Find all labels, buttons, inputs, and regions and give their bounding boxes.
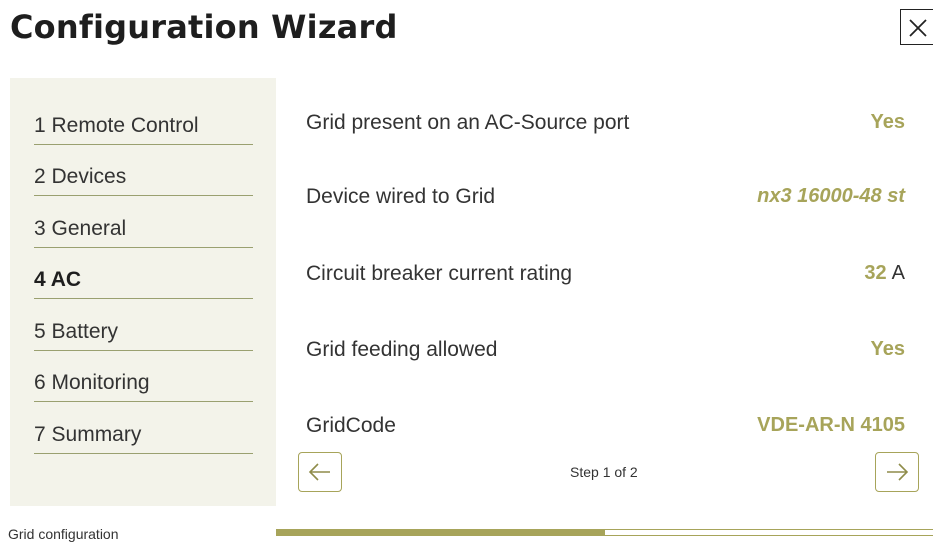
close-button[interactable] [900, 9, 933, 45]
device-wired-label: Device wired to Grid [306, 185, 496, 208]
grid-present-value[interactable]: Yes [871, 111, 905, 134]
steps-sidebar: 1 Remote Control 2 Devices 3 General 4 A… [10, 78, 276, 506]
close-icon [909, 19, 927, 37]
sidebar-item-devices[interactable]: 2 Devices [34, 145, 253, 196]
sidebar-item-label: 7 Summary [34, 422, 142, 446]
step-counter: Step 1 of 2 [570, 464, 638, 480]
page-title: Configuration Wizard [10, 8, 398, 46]
configuration-wizard: Configuration Wizard 1 Remote Control 2 … [0, 0, 933, 544]
previous-step-button[interactable] [298, 452, 342, 492]
gridcode-value[interactable]: VDE-AR-N 4105 [757, 414, 905, 437]
wizard-panel: 1 Remote Control 2 Devices 3 General 4 A… [10, 78, 933, 506]
breaker-rating-label: Circuit breaker current rating [306, 262, 573, 285]
sidebar-item-battery[interactable]: 5 Battery [34, 299, 253, 351]
sidebar-item-label: 2 Devices [34, 165, 127, 188]
next-step-button[interactable] [875, 452, 919, 492]
sidebar-item-label: 4 AC [34, 268, 82, 291]
sidebar-item-general[interactable]: 3 General [34, 196, 253, 248]
progress-bar [276, 529, 933, 536]
arrow-left-icon [308, 463, 330, 481]
grid-present-label: Grid present on an AC-Source port [306, 111, 630, 134]
sidebar-item-label: 3 General [34, 216, 127, 240]
footer-section-label: Grid configuration [8, 526, 119, 542]
sidebar-item-remote-control[interactable]: 1 Remote Control [34, 93, 253, 145]
grid-feeding-label: Grid feeding allowed [306, 338, 498, 361]
grid-feeding-value[interactable]: Yes [871, 338, 905, 361]
sidebar-item-monitoring[interactable]: 6 Monitoring [34, 351, 253, 402]
gridcode-label: GridCode [306, 414, 396, 437]
progress-bar-fill [276, 530, 605, 535]
sidebar-item-ac[interactable]: 4 AC [34, 248, 253, 299]
breaker-rating-number: 32 [864, 262, 887, 284]
sidebar-item-summary[interactable]: 7 Summary [34, 402, 253, 454]
sidebar-item-label: 5 Battery [34, 319, 119, 343]
device-wired-value[interactable]: nx3 16000-48 st [757, 185, 905, 208]
sidebar-item-label: 1 Remote Control [34, 113, 199, 137]
sidebar-item-label: 6 Monitoring [34, 371, 150, 394]
breaker-rating-value[interactable]: 32 A [864, 262, 905, 285]
arrow-right-icon [887, 463, 909, 481]
breaker-rating-unit: A [891, 262, 905, 284]
